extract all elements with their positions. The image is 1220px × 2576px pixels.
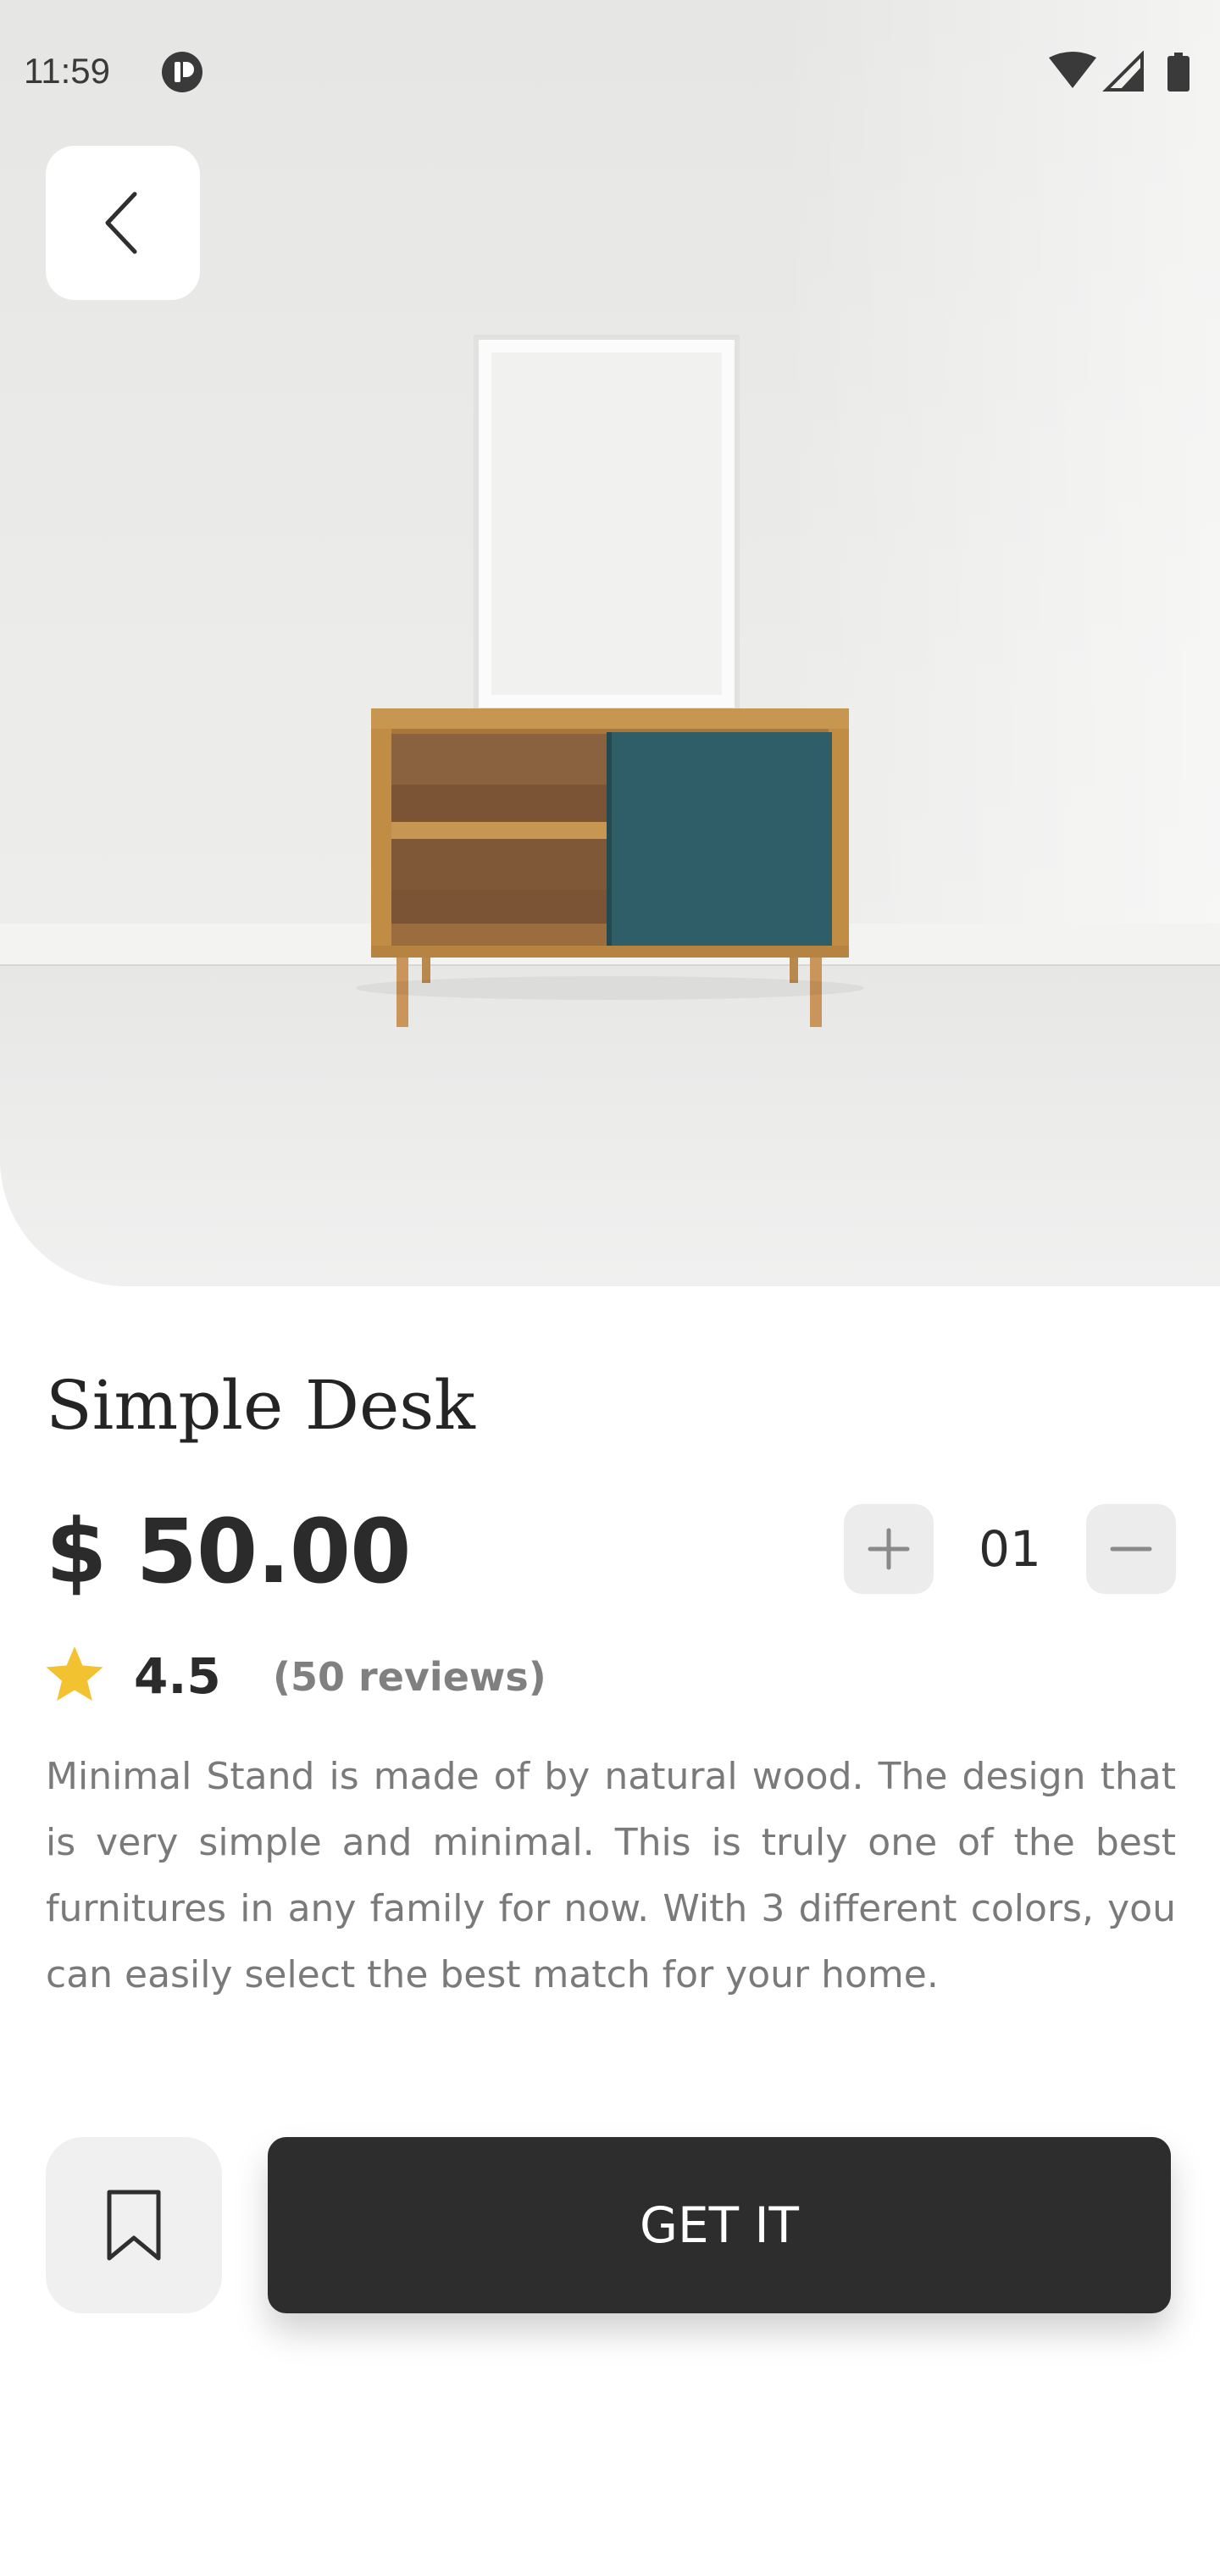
- minus-icon: [1110, 1546, 1152, 1552]
- battery-icon: [1167, 53, 1190, 92]
- signal-icon: [1102, 51, 1144, 92]
- product-title: Simple Desk: [46, 1366, 475, 1445]
- rating-value: 4.5: [134, 1647, 221, 1705]
- bookmark-button[interactable]: [46, 2137, 222, 2313]
- review-count-link[interactable]: (50 reviews): [273, 1654, 546, 1700]
- star-icon: [46, 1646, 103, 1701]
- quantity-value: 01: [979, 1520, 1041, 1578]
- increase-quantity-button[interactable]: [844, 1504, 934, 1594]
- status-time: 11:59: [24, 51, 110, 91]
- decrease-quantity-button[interactable]: [1086, 1504, 1176, 1594]
- product-price: $ 50.00: [46, 1500, 412, 1603]
- desk-illustration: [356, 335, 864, 1027]
- get-it-button[interactable]: GET IT: [268, 2137, 1171, 2313]
- back-button[interactable]: [46, 146, 200, 300]
- wifi-icon: [1049, 52, 1096, 88]
- plus-icon: [868, 1528, 910, 1570]
- status-icons: [1049, 51, 1190, 92]
- chevron-left-icon: [105, 192, 137, 254]
- bookmark-icon: [107, 2190, 161, 2261]
- app-notification-icon: [162, 52, 202, 92]
- product-description: Minimal Stand is made of by natural wood…: [46, 1755, 1176, 1996]
